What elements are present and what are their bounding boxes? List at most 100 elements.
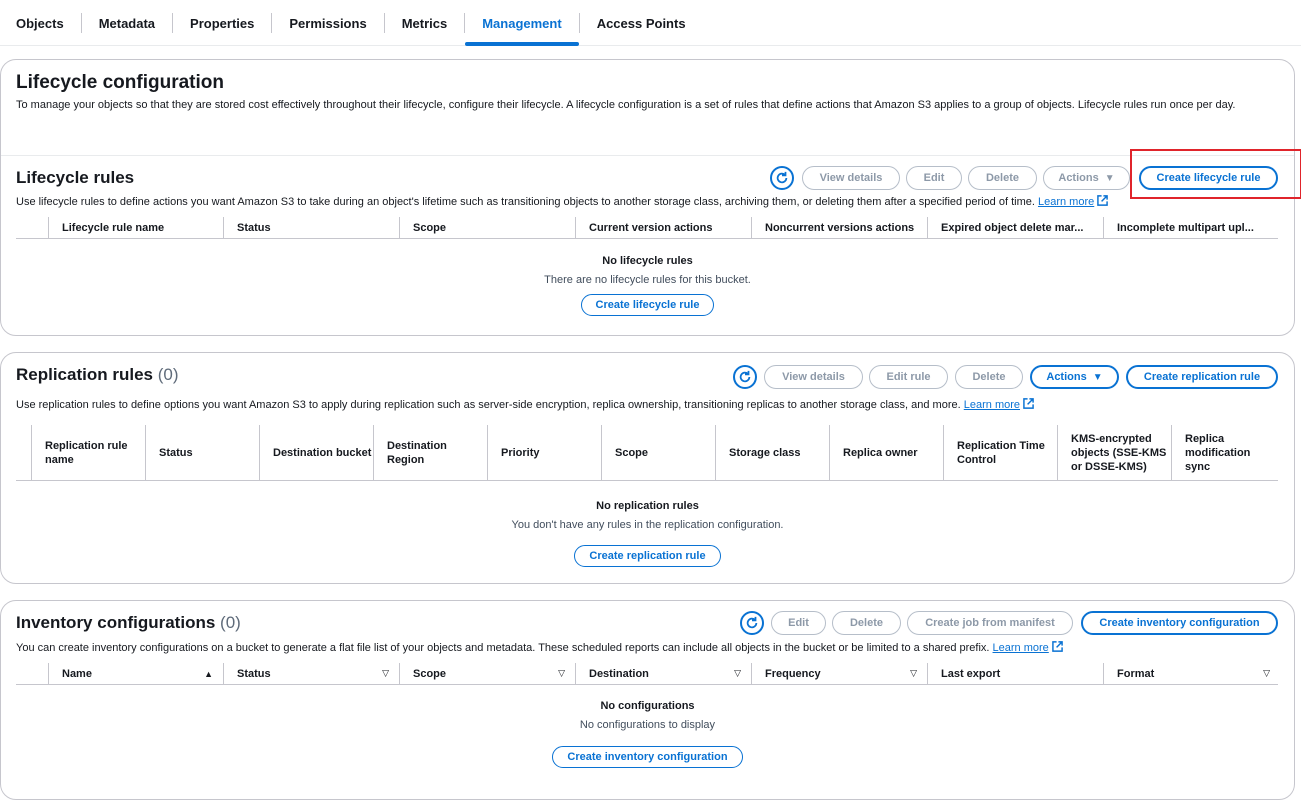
create-lifecycle-rule-button[interactable]: Create lifecycle rule [581,294,714,316]
column-header[interactable]: Storage class [716,425,829,480]
tab-metrics[interactable]: Metrics [385,0,465,46]
column-header[interactable]: Priority [488,425,601,480]
replication-rules-table-header: Replication rule name Status Destination… [16,425,1278,481]
edit-button[interactable]: Edit [771,611,826,635]
column-header-label: Status [159,446,193,459]
column-header-status[interactable]: Status ▽ [224,663,399,684]
column-header[interactable]: Destination Region [374,425,487,480]
replication-rules-description: Use replication rules to define options … [16,397,1034,413]
replication-rules-title: Replication rules (0) [16,365,179,385]
column-header-label: KMS-encrypted objects (SSE-KMS or DSSE-K… [1071,432,1167,473]
refresh-icon [776,171,788,184]
sort-icon: ▽ [382,668,389,678]
refresh-button[interactable] [733,365,757,389]
tab-access-points[interactable]: Access Points [580,0,703,46]
tab-objects[interactable]: Objects [0,0,81,46]
column-header-label: Destination Region [387,439,447,466]
learn-more-link[interactable]: Learn more [964,399,1020,411]
tab-metadata[interactable]: Metadata [82,0,172,46]
column-header-label: Current version actions [589,221,713,234]
column-header[interactable]: Replication Time Control [944,425,1057,480]
replication-rules-count: (0) [157,365,179,384]
refresh-button[interactable] [740,611,764,635]
delete-button[interactable]: Delete [968,166,1037,190]
column-header-name[interactable]: Name ▲ [49,663,223,684]
replication-rules-title-text: Replication rules [16,365,153,384]
column-header-label: Scope [413,221,447,234]
lifecycle-rules-title: Lifecycle rules [16,168,135,187]
create-inventory-configuration-button[interactable]: Create inventory configuration [552,746,743,768]
empty-state-title: No lifecycle rules [602,255,693,267]
create-replication-rule-button[interactable]: Create replication rule [574,545,721,567]
inventory-configurations-description-text: You can create inventory configurations … [16,642,990,654]
external-link-icon [1051,641,1063,652]
empty-state-message: There are no lifecycle rules for this bu… [544,274,751,286]
column-header[interactable]: Status [146,425,259,480]
actions-dropdown[interactable]: Actions ▼ [1043,166,1130,190]
select-column [16,425,31,480]
learn-more-link[interactable]: Learn more [1038,196,1094,208]
column-header-label: Replication rule name [45,439,128,466]
actions-label: Actions [1058,172,1099,184]
column-header[interactable]: Replica owner [830,425,943,480]
external-link-icon [1097,195,1109,206]
actions-dropdown[interactable]: Actions ▼ [1030,365,1119,389]
inventory-configurations-title-text: Inventory configurations [16,613,216,632]
column-header-format[interactable]: Format ▽ [1104,663,1274,684]
refresh-icon [739,370,751,383]
sort-icon: ▽ [910,668,917,678]
column-header[interactable]: Incomplete multipart upl... [1104,217,1274,238]
column-header-last-export[interactable]: Last export [928,663,1103,684]
column-header[interactable]: Replication rule name [32,425,145,480]
inventory-configurations-description: You can create inventory configurations … [16,640,1063,656]
column-header[interactable]: Status [224,217,399,238]
view-details-button[interactable]: View details [764,365,863,389]
sort-ascending-icon: ▲ [204,668,213,679]
column-header-destination[interactable]: Destination ▽ [576,663,751,684]
delete-button[interactable]: Delete [832,611,901,635]
column-header[interactable]: Replica modification sync [1172,425,1272,480]
edit-rule-button[interactable]: Edit rule [869,365,948,389]
delete-button[interactable]: Delete [955,365,1023,389]
column-header[interactable]: Current version actions [576,217,751,238]
column-header-label: Status [237,667,271,680]
replication-rules-panel: Replication rules (0) View details Edit … [0,352,1295,584]
external-link-icon [1023,398,1034,409]
column-header-scope[interactable]: Scope ▽ [400,663,575,684]
lifecycle-configuration-description: To manage your objects so that they are … [16,99,1236,111]
edit-button[interactable]: Edit [906,166,962,190]
column-header-label: Replica owner [843,446,918,459]
view-details-button[interactable]: View details [802,166,900,190]
create-replication-rule-button[interactable]: Create replication rule [1126,365,1278,389]
column-header[interactable]: Scope [602,425,715,480]
empty-state-message: No configurations to display [579,719,716,731]
empty-state-title: No configurations [600,700,695,712]
column-header-frequency[interactable]: Frequency ▽ [752,663,927,684]
column-header[interactable]: Scope [400,217,575,238]
column-header-label: Destination [589,667,649,680]
section-divider [1,155,1294,156]
refresh-button[interactable] [770,166,794,190]
empty-state-message: You don't have any rules in the replicat… [511,519,784,531]
tab-permissions[interactable]: Permissions [272,0,383,46]
replication-rules-description-text: Use replication rules to define options … [16,399,961,411]
learn-more-link[interactable]: Learn more [993,642,1049,654]
sort-icon: ▽ [558,668,565,678]
create-inventory-configuration-button[interactable]: Create inventory configuration [1081,611,1278,635]
lifecycle-rules-description-text: Use lifecycle rules to define actions yo… [16,196,1035,208]
column-header-label: Expired object delete mar... [941,221,1084,234]
column-header[interactable]: Lifecycle rule name [49,217,223,238]
create-job-from-manifest-button[interactable]: Create job from manifest [907,611,1073,635]
sort-icon: ▽ [734,668,741,678]
column-header-label: Replica modification sync [1185,432,1251,473]
tab-management[interactable]: Management [465,0,580,46]
column-header-label: Noncurrent versions actions [765,221,915,234]
column-header-label: Incomplete multipart upl... [1117,221,1254,234]
create-lifecycle-rule-button[interactable]: Create lifecycle rule [1139,166,1278,190]
column-header-label: Storage class [729,446,801,459]
column-header[interactable]: Destination bucket [260,425,373,480]
column-header[interactable]: Expired object delete mar... [928,217,1103,238]
column-header[interactable]: Noncurrent versions actions [752,217,927,238]
column-header[interactable]: KMS-encrypted objects (SSE-KMS or DSSE-K… [1058,425,1171,480]
tab-properties[interactable]: Properties [173,0,271,46]
